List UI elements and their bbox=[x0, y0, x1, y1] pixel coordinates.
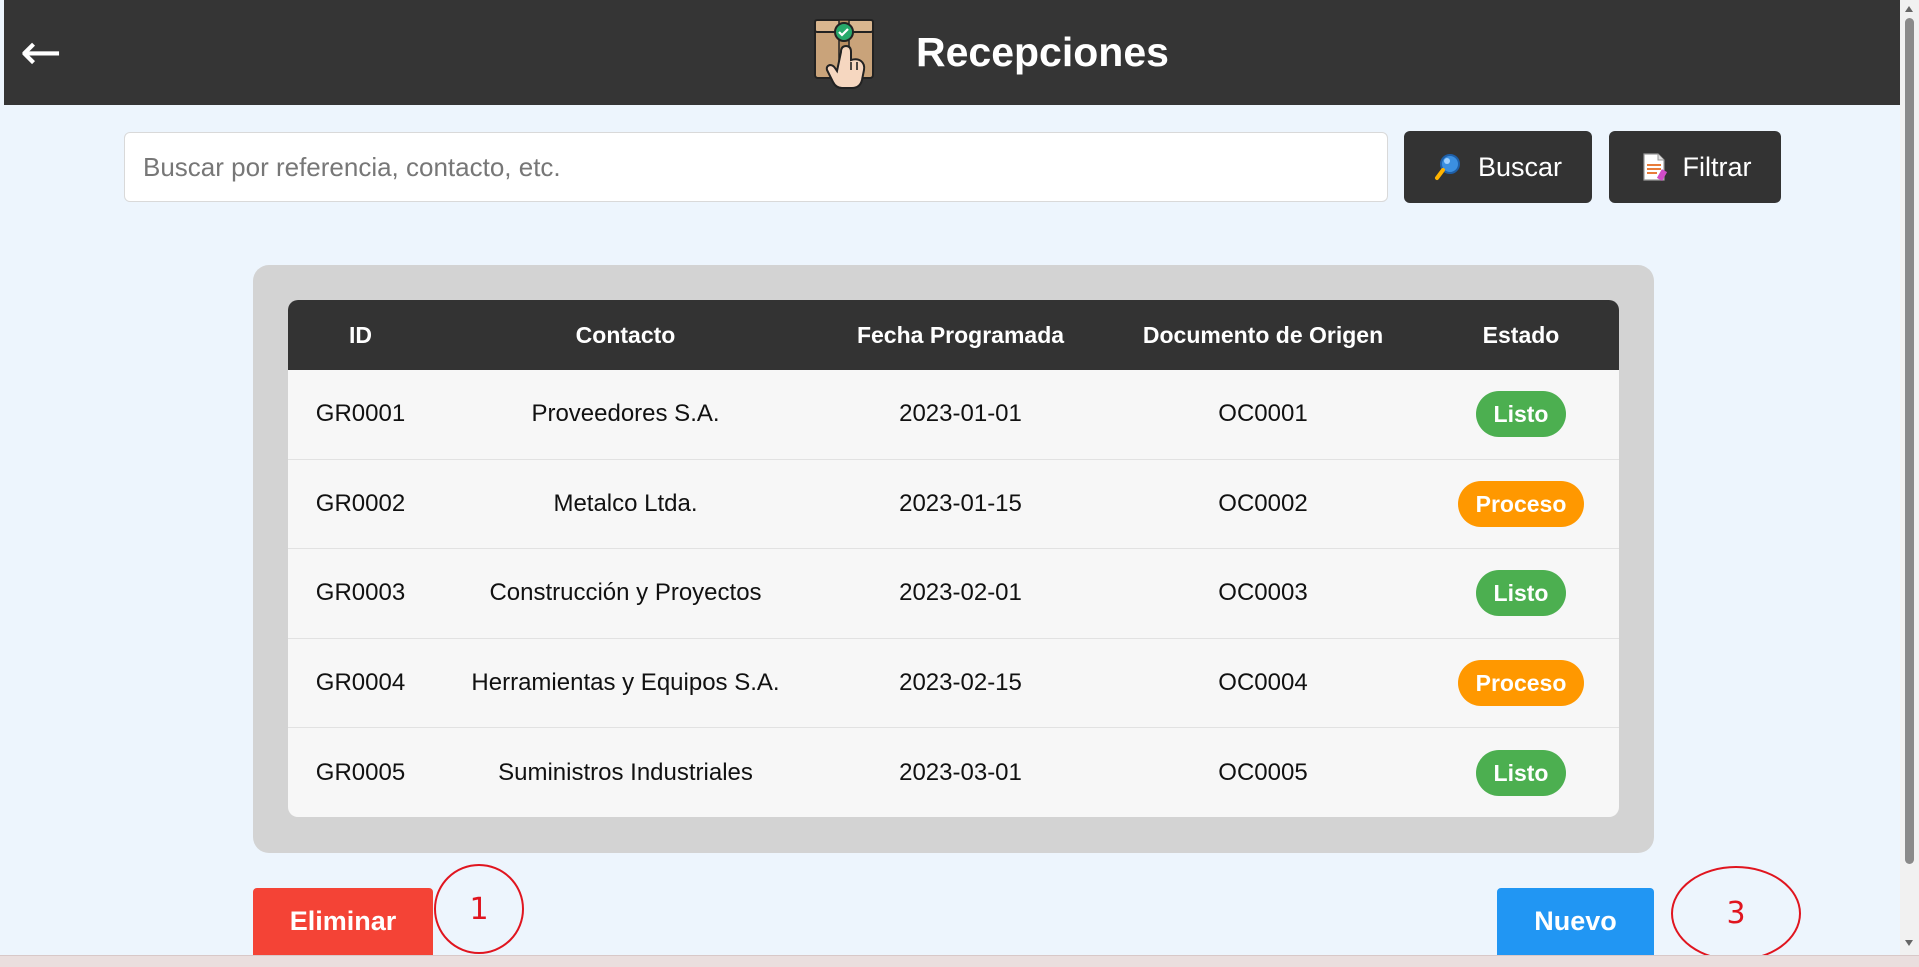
scrollbar-thumb[interactable] bbox=[1905, 18, 1914, 864]
column-header-id[interactable]: ID bbox=[288, 300, 433, 370]
app-header: ← Recepciones bbox=[4, 0, 1900, 105]
table-row[interactable]: GR0002 Metalco Ltda. 2023-01-15 OC0002 P… bbox=[288, 459, 1619, 548]
magnifier-icon bbox=[1434, 154, 1460, 180]
status-badge: Listo bbox=[1475, 570, 1567, 617]
scroll-down-icon[interactable] bbox=[1905, 940, 1913, 946]
cell-fecha: 2023-02-15 bbox=[899, 668, 1022, 696]
cell-fecha: 2023-03-01 bbox=[899, 758, 1022, 786]
status-badge: Proceso bbox=[1457, 659, 1585, 706]
cell-id: GR0002 bbox=[315, 490, 406, 518]
column-header-estado[interactable]: Estado bbox=[1423, 300, 1619, 370]
cell-contacto: Suministros Industriales bbox=[498, 758, 753, 786]
cell-estado: Listo bbox=[1423, 370, 1619, 459]
cell-fecha: 2023-01-15 bbox=[899, 490, 1022, 518]
cell-id: GR0004 bbox=[315, 668, 406, 696]
status-badge: Listo bbox=[1475, 749, 1567, 796]
receptions-table-card: ID Contacto Fecha Programada Documento d… bbox=[253, 265, 1654, 853]
table-row[interactable]: GR0001 Proveedores S.A. 2023-01-01 OC000… bbox=[288, 370, 1619, 459]
table-row[interactable]: GR0003 Construcción y Proyectos 2023-02-… bbox=[288, 548, 1619, 638]
table-header-row: ID Contacto Fecha Programada Documento d… bbox=[288, 300, 1619, 370]
cell-documento: OC0003 bbox=[1218, 579, 1308, 607]
annotation-circle-3: 3 bbox=[1671, 866, 1801, 955]
cell-fecha: 2023-01-01 bbox=[899, 400, 1022, 428]
cell-contacto: Proveedores S.A. bbox=[531, 400, 720, 428]
column-header-fecha[interactable]: Fecha Programada bbox=[818, 300, 1103, 370]
receptions-table-wrapper: ID Contacto Fecha Programada Documento d… bbox=[288, 300, 1619, 817]
cell-estado: Proceso bbox=[1423, 459, 1619, 548]
cell-documento: OC0004 bbox=[1218, 668, 1308, 696]
app-viewport: ← Recepciones Buscar Filtrar bbox=[0, 0, 1900, 955]
search-input[interactable] bbox=[124, 132, 1388, 202]
cell-estado: Listo bbox=[1423, 549, 1619, 638]
page-title: Recepciones bbox=[916, 29, 1169, 75]
search-button-label: Buscar bbox=[1477, 151, 1563, 182]
delete-button[interactable]: Eliminar bbox=[253, 888, 433, 955]
cell-contacto: Metalco Ltda. bbox=[553, 490, 698, 518]
cell-id: GR0003 bbox=[315, 579, 406, 607]
cell-documento: OC0002 bbox=[1218, 490, 1308, 518]
column-header-contacto[interactable]: Contacto bbox=[433, 300, 818, 370]
cell-estado: Proceso bbox=[1423, 638, 1619, 727]
cell-fecha: 2023-02-01 bbox=[899, 579, 1022, 607]
taskbar-strip bbox=[0, 955, 1919, 967]
cell-estado: Listo bbox=[1423, 728, 1619, 817]
back-arrow-icon[interactable]: ← bbox=[20, 22, 62, 82]
cell-documento: OC0005 bbox=[1218, 758, 1308, 786]
status-badge: Proceso bbox=[1457, 481, 1585, 528]
cell-id: GR0005 bbox=[315, 758, 406, 786]
cell-id: GR0001 bbox=[315, 400, 406, 428]
vertical-scrollbar[interactable] bbox=[1900, 0, 1919, 955]
package-hand-icon bbox=[814, 19, 874, 89]
cell-contacto: Herramientas y Equipos S.A. bbox=[471, 668, 780, 696]
filter-button-label: Filtrar bbox=[1682, 151, 1752, 182]
column-header-documento[interactable]: Documento de Origen bbox=[1103, 300, 1423, 370]
document-icon bbox=[1642, 153, 1667, 181]
receptions-table: ID Contacto Fecha Programada Documento d… bbox=[288, 300, 1619, 817]
annotation-circle-1: 1 bbox=[434, 864, 524, 954]
table-row[interactable]: GR0005 Suministros Industriales 2023-03-… bbox=[288, 727, 1619, 817]
search-button[interactable]: Buscar bbox=[1404, 131, 1592, 203]
table-row[interactable]: GR0004 Herramientas y Equipos S.A. 2023-… bbox=[288, 638, 1619, 727]
cell-contacto: Construcción y Proyectos bbox=[489, 579, 762, 607]
scroll-up-icon[interactable] bbox=[1905, 6, 1913, 12]
filter-button[interactable]: Filtrar bbox=[1609, 131, 1781, 203]
status-badge: Listo bbox=[1475, 391, 1567, 438]
cell-documento: OC0001 bbox=[1218, 400, 1308, 428]
new-button[interactable]: Nuevo bbox=[1497, 888, 1654, 955]
